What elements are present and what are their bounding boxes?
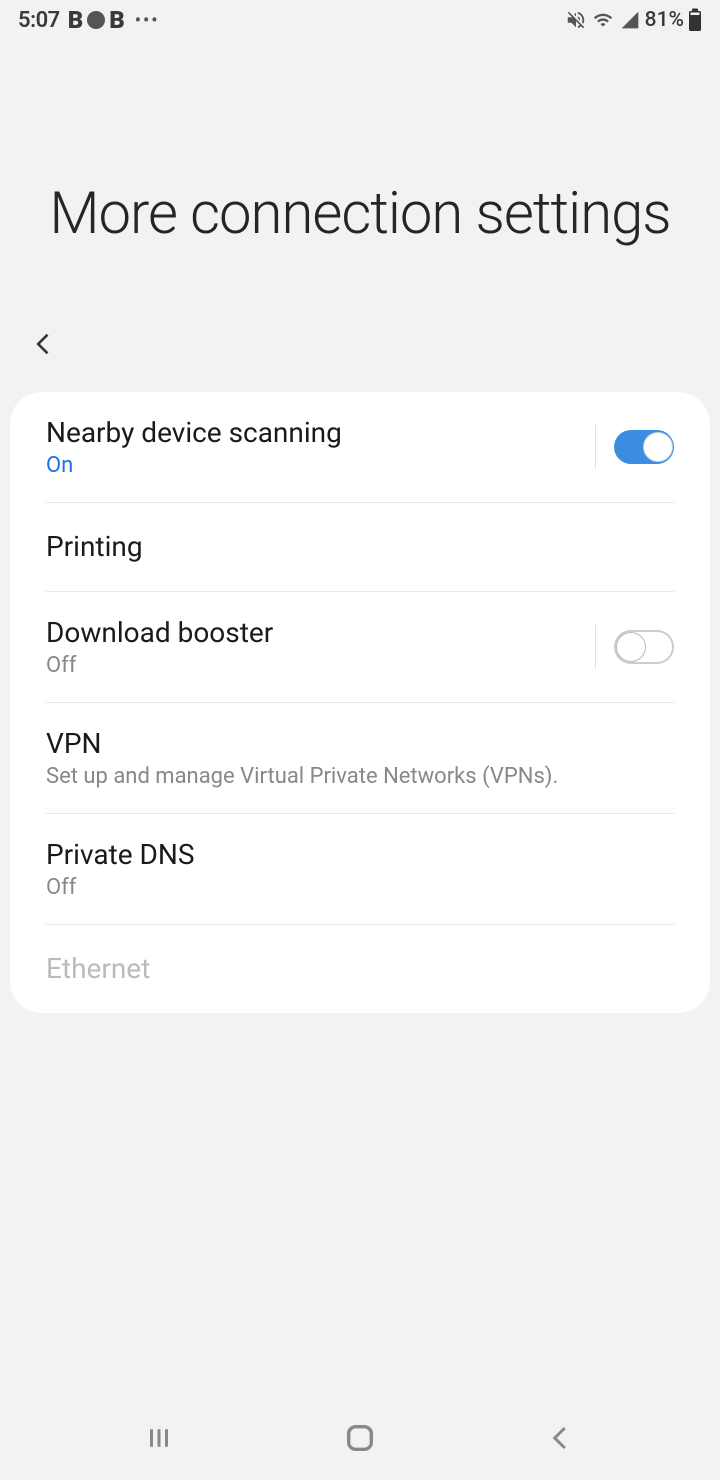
page-title: More connection settings	[40, 180, 680, 250]
toolbar	[0, 330, 720, 392]
mute-vibrate-icon	[565, 9, 587, 31]
back-button[interactable]	[30, 343, 58, 362]
home-button[interactable]	[343, 1421, 377, 1459]
setting-title: Ethernet	[46, 952, 674, 985]
chevron-left-icon	[546, 1423, 576, 1453]
setting-title: Private DNS	[46, 838, 674, 871]
setting-vpn[interactable]: VPN Set up and manage Virtual Private Ne…	[10, 703, 710, 813]
toggle-wrap	[595, 425, 674, 469]
setting-status: Off	[46, 875, 674, 900]
settings-card: Nearby device scanning On Printing Downl…	[10, 392, 710, 1013]
setting-title: Nearby device scanning	[46, 416, 595, 449]
setting-title: VPN	[46, 727, 674, 760]
app-icon-circle	[87, 11, 105, 29]
setting-title: Printing	[46, 530, 674, 563]
setting-status: On	[46, 453, 595, 478]
toggle-wrap	[595, 625, 674, 669]
toggle-knob	[643, 432, 673, 462]
navigation-bar	[0, 1400, 720, 1480]
nav-back-button[interactable]	[546, 1423, 576, 1457]
app-icon-b: B	[68, 6, 84, 34]
page-header: More connection settings	[0, 40, 720, 330]
home-icon	[343, 1421, 377, 1455]
status-right: 81%	[565, 8, 702, 32]
setting-text: VPN Set up and manage Virtual Private Ne…	[46, 727, 674, 789]
signal-icon	[619, 10, 641, 30]
separator	[595, 625, 596, 669]
recents-icon	[144, 1423, 174, 1453]
setting-nearby-scanning[interactable]: Nearby device scanning On	[10, 392, 710, 502]
separator	[595, 425, 596, 469]
notification-icons: B B •••	[68, 6, 160, 34]
setting-text: Download booster Off	[46, 616, 595, 678]
setting-printing[interactable]: Printing	[10, 503, 710, 591]
status-time: 5:07	[18, 8, 60, 33]
more-notifications-icon: •••	[135, 10, 160, 31]
setting-text: Ethernet	[46, 952, 674, 985]
setting-download-booster[interactable]: Download booster Off	[10, 592, 710, 702]
setting-text: Nearby device scanning On	[46, 416, 595, 478]
app-icon-b2: B	[109, 6, 125, 34]
setting-text: Printing	[46, 530, 674, 563]
setting-status: Off	[46, 653, 595, 678]
setting-ethernet: Ethernet	[10, 925, 710, 1013]
setting-title: Download booster	[46, 616, 595, 649]
download-booster-toggle[interactable]	[614, 630, 674, 664]
setting-sub: Set up and manage Virtual Private Networ…	[46, 764, 674, 789]
setting-private-dns[interactable]: Private DNS Off	[10, 814, 710, 924]
status-left: 5:07 B B •••	[18, 6, 160, 34]
status-bar: 5:07 B B ••• 81%	[0, 0, 720, 40]
toggle-knob	[616, 632, 646, 662]
recents-button[interactable]	[144, 1423, 174, 1457]
battery-icon	[688, 8, 702, 32]
chevron-left-icon	[30, 330, 58, 358]
battery-percent: 81%	[645, 8, 684, 32]
wifi-icon	[591, 10, 615, 30]
setting-text: Private DNS Off	[46, 838, 674, 900]
nearby-scanning-toggle[interactable]	[614, 430, 674, 464]
